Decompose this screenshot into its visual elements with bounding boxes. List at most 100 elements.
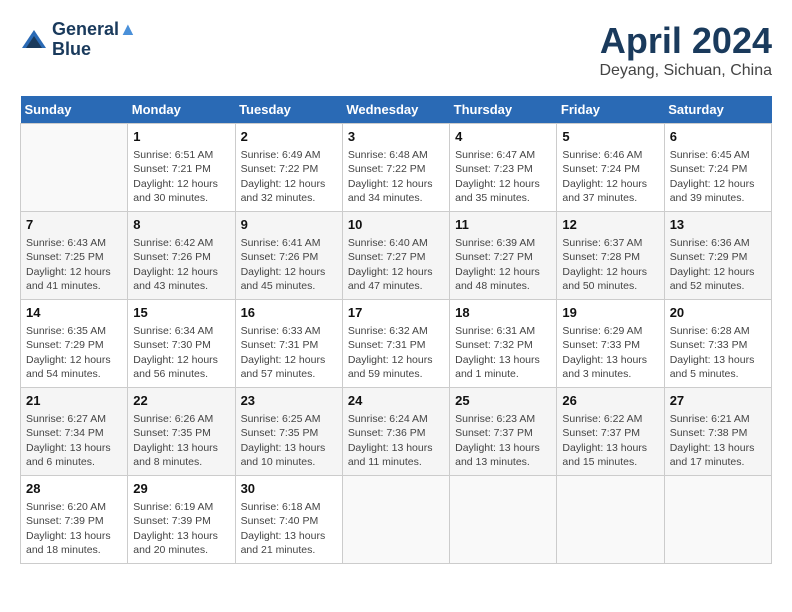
day-info: Sunrise: 6:32 AM Sunset: 7:31 PM Dayligh… bbox=[348, 324, 444, 381]
weekday-thursday: Thursday bbox=[450, 96, 557, 124]
calendar-cell: 11 Sunrise: 6:39 AM Sunset: 7:27 PM Dayli… bbox=[450, 212, 557, 300]
calendar-week-1: 1 Sunrise: 6:51 AM Sunset: 7:21 PM Daylig… bbox=[21, 124, 772, 212]
day-info: Sunrise: 6:51 AM Sunset: 7:21 PM Dayligh… bbox=[133, 148, 229, 205]
day-number: 12 bbox=[562, 216, 658, 234]
calendar-cell: 2 Sunrise: 6:49 AM Sunset: 7:22 PM Daylig… bbox=[235, 124, 342, 212]
day-info: Sunrise: 6:41 AM Sunset: 7:26 PM Dayligh… bbox=[241, 236, 337, 293]
day-number: 5 bbox=[562, 128, 658, 146]
calendar-body: 1 Sunrise: 6:51 AM Sunset: 7:21 PM Daylig… bbox=[21, 124, 772, 564]
day-number: 28 bbox=[26, 480, 122, 498]
day-number: 10 bbox=[348, 216, 444, 234]
calendar-cell: 26Sunrise: 6:22 AM Sunset: 7:37 PM Dayli… bbox=[557, 388, 664, 476]
day-number: 2 bbox=[241, 128, 337, 146]
day-number: 3 bbox=[348, 128, 444, 146]
calendar-cell: 4 Sunrise: 6:47 AM Sunset: 7:23 PM Daylig… bbox=[450, 124, 557, 212]
calendar-cell: 25 Sunrise: 6:23 AM Sunset: 7:37 PM Dayli… bbox=[450, 388, 557, 476]
calendar-week-3: 14 Sunrise: 6:35 AM Sunset: 7:29 PM Dayli… bbox=[21, 300, 772, 388]
calendar-cell: 19 Sunrise: 6:29 AM Sunset: 7:33 PM Dayli… bbox=[557, 300, 664, 388]
calendar-cell: 1 Sunrise: 6:51 AM Sunset: 7:21 PM Daylig… bbox=[128, 124, 235, 212]
logo-icon bbox=[20, 26, 48, 54]
day-number: 16 bbox=[241, 304, 337, 322]
calendar-cell: 22 Sunrise: 6:26 AM Sunset: 7:35 PM Dayli… bbox=[128, 388, 235, 476]
day-number: 24 bbox=[348, 392, 444, 410]
day-info: Sunrise: 6:47 AM Sunset: 7:23 PM Dayligh… bbox=[455, 148, 551, 205]
day-info: Sunrise: 6:27 AM Sunset: 7:34 PM Dayligh… bbox=[26, 412, 122, 469]
day-info: Sunrise: 6:34 AM Sunset: 7:30 PM Dayligh… bbox=[133, 324, 229, 381]
calendar-cell: 12Sunrise: 6:37 AM Sunset: 7:28 PM Dayli… bbox=[557, 212, 664, 300]
calendar-cell: 17 Sunrise: 6:32 AM Sunset: 7:31 PM Dayli… bbox=[342, 300, 449, 388]
calendar-cell: 16 Sunrise: 6:33 AM Sunset: 7:31 PM Dayli… bbox=[235, 300, 342, 388]
weekday-tuesday: Tuesday bbox=[235, 96, 342, 124]
day-info: Sunrise: 6:18 AM Sunset: 7:40 PM Dayligh… bbox=[241, 500, 337, 557]
calendar-cell bbox=[664, 476, 771, 564]
day-number: 27 bbox=[670, 392, 766, 410]
day-number: 20 bbox=[670, 304, 766, 322]
day-info: Sunrise: 6:31 AM Sunset: 7:32 PM Dayligh… bbox=[455, 324, 551, 381]
day-number: 4 bbox=[455, 128, 551, 146]
day-info: Sunrise: 6:23 AM Sunset: 7:37 PM Dayligh… bbox=[455, 412, 551, 469]
calendar-cell: 5Sunrise: 6:46 AM Sunset: 7:24 PM Daylig… bbox=[557, 124, 664, 212]
day-info: Sunrise: 6:29 AM Sunset: 7:33 PM Dayligh… bbox=[562, 324, 658, 381]
weekday-header: SundayMondayTuesdayWednesdayThursdayFrid… bbox=[21, 96, 772, 124]
calendar-week-2: 7 Sunrise: 6:43 AM Sunset: 7:25 PM Daylig… bbox=[21, 212, 772, 300]
day-number: 19 bbox=[562, 304, 658, 322]
day-info: Sunrise: 6:35 AM Sunset: 7:29 PM Dayligh… bbox=[26, 324, 122, 381]
day-number: 11 bbox=[455, 216, 551, 234]
calendar-cell: 15 Sunrise: 6:34 AM Sunset: 7:30 PM Dayli… bbox=[128, 300, 235, 388]
day-info: Sunrise: 6:39 AM Sunset: 7:27 PM Dayligh… bbox=[455, 236, 551, 293]
calendar-cell: 8Sunrise: 6:42 AM Sunset: 7:26 PM Daylig… bbox=[128, 212, 235, 300]
calendar-cell bbox=[21, 124, 128, 212]
calendar-table: SundayMondayTuesdayWednesdayThursdayFrid… bbox=[20, 96, 772, 564]
calendar-cell: 14 Sunrise: 6:35 AM Sunset: 7:29 PM Dayli… bbox=[21, 300, 128, 388]
day-info: Sunrise: 6:20 AM Sunset: 7:39 PM Dayligh… bbox=[26, 500, 122, 557]
day-number: 23 bbox=[241, 392, 337, 410]
calendar-cell bbox=[450, 476, 557, 564]
day-info: Sunrise: 6:45 AM Sunset: 7:24 PM Dayligh… bbox=[670, 148, 766, 205]
day-number: 18 bbox=[455, 304, 551, 322]
calendar-cell: 10 Sunrise: 6:40 AM Sunset: 7:27 PM Dayli… bbox=[342, 212, 449, 300]
day-number: 14 bbox=[26, 304, 122, 322]
logo-text: General▲ Blue bbox=[52, 20, 137, 60]
calendar-cell: 27 Sunrise: 6:21 AM Sunset: 7:38 PM Dayli… bbox=[664, 388, 771, 476]
day-info: Sunrise: 6:24 AM Sunset: 7:36 PM Dayligh… bbox=[348, 412, 444, 469]
weekday-sunday: Sunday bbox=[21, 96, 128, 124]
location-subtitle: Deyang, Sichuan, China bbox=[599, 62, 772, 80]
calendar-cell: 23Sunrise: 6:25 AM Sunset: 7:35 PM Dayli… bbox=[235, 388, 342, 476]
day-info: Sunrise: 6:19 AM Sunset: 7:39 PM Dayligh… bbox=[133, 500, 229, 557]
calendar-cell: 9Sunrise: 6:41 AM Sunset: 7:26 PM Daylig… bbox=[235, 212, 342, 300]
day-number: 29 bbox=[133, 480, 229, 498]
day-number: 25 bbox=[455, 392, 551, 410]
weekday-wednesday: Wednesday bbox=[342, 96, 449, 124]
calendar-cell bbox=[557, 476, 664, 564]
day-number: 7 bbox=[26, 216, 122, 234]
day-info: Sunrise: 6:49 AM Sunset: 7:22 PM Dayligh… bbox=[241, 148, 337, 205]
calendar-cell: 6Sunrise: 6:45 AM Sunset: 7:24 PM Daylig… bbox=[664, 124, 771, 212]
day-number: 22 bbox=[133, 392, 229, 410]
weekday-friday: Friday bbox=[557, 96, 664, 124]
calendar-week-5: 28 Sunrise: 6:20 AM Sunset: 7:39 PM Dayli… bbox=[21, 476, 772, 564]
day-number: 8 bbox=[133, 216, 229, 234]
day-info: Sunrise: 6:21 AM Sunset: 7:38 PM Dayligh… bbox=[670, 412, 766, 469]
calendar-cell: 18 Sunrise: 6:31 AM Sunset: 7:32 PM Dayli… bbox=[450, 300, 557, 388]
day-number: 13 bbox=[670, 216, 766, 234]
calendar-cell: 21 Sunrise: 6:27 AM Sunset: 7:34 PM Dayli… bbox=[21, 388, 128, 476]
logo: General▲ Blue bbox=[20, 20, 137, 60]
day-number: 1 bbox=[133, 128, 229, 146]
calendar-cell: 28 Sunrise: 6:20 AM Sunset: 7:39 PM Dayli… bbox=[21, 476, 128, 564]
calendar-cell: 20Sunrise: 6:28 AM Sunset: 7:33 PM Dayli… bbox=[664, 300, 771, 388]
calendar-cell: 7 Sunrise: 6:43 AM Sunset: 7:25 PM Daylig… bbox=[21, 212, 128, 300]
calendar-week-4: 21 Sunrise: 6:27 AM Sunset: 7:34 PM Dayli… bbox=[21, 388, 772, 476]
day-info: Sunrise: 6:40 AM Sunset: 7:27 PM Dayligh… bbox=[348, 236, 444, 293]
calendar-cell: 24 Sunrise: 6:24 AM Sunset: 7:36 PM Dayli… bbox=[342, 388, 449, 476]
day-info: Sunrise: 6:48 AM Sunset: 7:22 PM Dayligh… bbox=[348, 148, 444, 205]
day-number: 21 bbox=[26, 392, 122, 410]
day-number: 17 bbox=[348, 304, 444, 322]
calendar-cell: 29 Sunrise: 6:19 AM Sunset: 7:39 PM Dayli… bbox=[128, 476, 235, 564]
calendar-cell: 13Sunrise: 6:36 AM Sunset: 7:29 PM Dayli… bbox=[664, 212, 771, 300]
day-info: Sunrise: 6:43 AM Sunset: 7:25 PM Dayligh… bbox=[26, 236, 122, 293]
day-info: Sunrise: 6:22 AM Sunset: 7:37 PM Dayligh… bbox=[562, 412, 658, 469]
month-title: April 2024 bbox=[599, 20, 772, 62]
day-info: Sunrise: 6:33 AM Sunset: 7:31 PM Dayligh… bbox=[241, 324, 337, 381]
day-info: Sunrise: 6:26 AM Sunset: 7:35 PM Dayligh… bbox=[133, 412, 229, 469]
day-number: 15 bbox=[133, 304, 229, 322]
